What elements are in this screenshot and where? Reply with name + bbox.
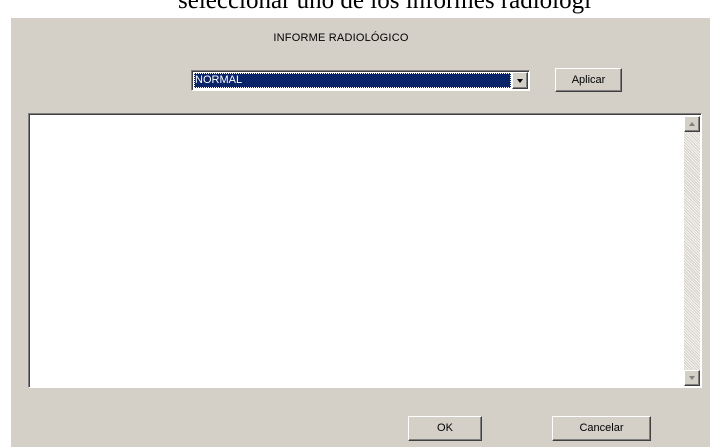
vertical-scrollbar[interactable] xyxy=(684,116,700,386)
scroll-down-button[interactable] xyxy=(684,370,700,386)
report-type-selected-value[interactable]: NORMAL xyxy=(194,73,511,88)
scroll-down-arrow-icon xyxy=(689,376,695,380)
informe-radiologico-dialog: INFORME RADIOLÓGICO NORMAL Aplicar OK Ca… xyxy=(10,17,710,447)
dialog-title: INFORME RADIOLÓGICO xyxy=(273,32,409,44)
scroll-up-arrow-icon xyxy=(689,122,695,126)
report-text-area[interactable] xyxy=(28,113,702,388)
ok-button[interactable]: OK xyxy=(408,416,482,441)
report-text-content[interactable] xyxy=(32,117,681,384)
dropdown-button[interactable] xyxy=(512,72,528,89)
document-caption: seleccionar uno de los informes radiológ… xyxy=(178,0,592,14)
apply-button[interactable]: Aplicar xyxy=(555,68,622,92)
cancel-button[interactable]: Cancelar xyxy=(552,416,651,441)
scroll-up-button[interactable] xyxy=(684,116,700,132)
report-type-select[interactable]: NORMAL xyxy=(191,70,530,91)
chevron-down-icon xyxy=(517,78,523,83)
